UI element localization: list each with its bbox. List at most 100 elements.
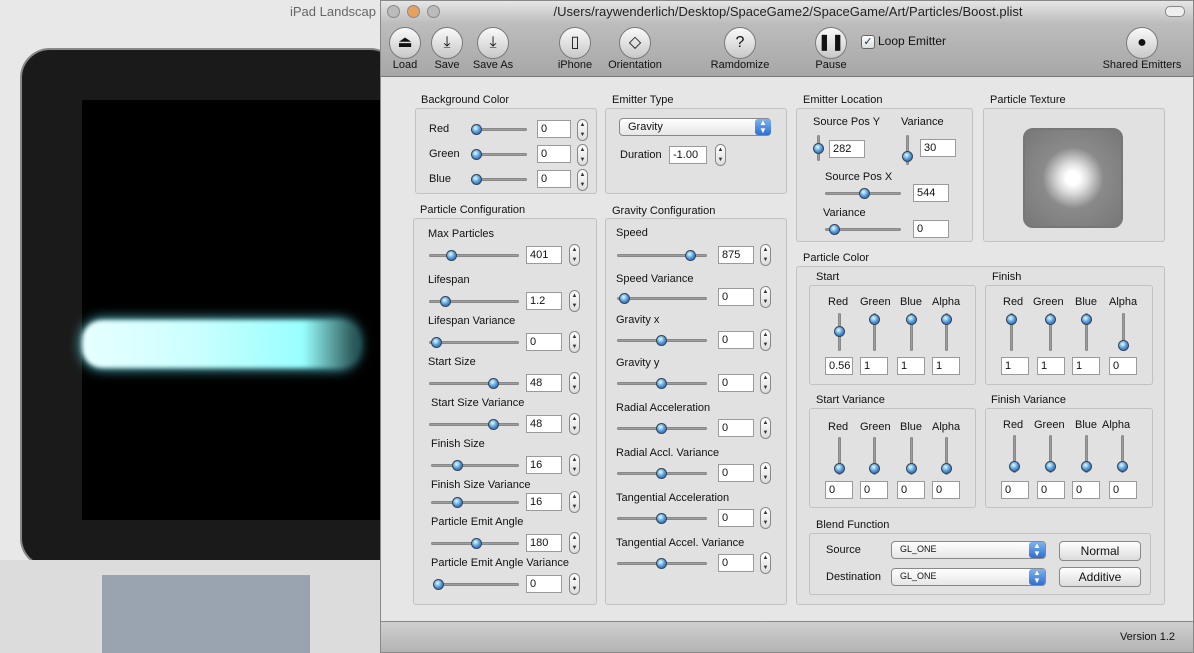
gravity-x-field[interactable]: 0 [718,331,754,349]
variance-y-field[interactable]: 30 [920,139,956,157]
start-red-field[interactable]: 0.56 [825,357,853,375]
finish-red-field[interactable]: 1 [1001,357,1029,375]
bg-green-field[interactable]: 0 [537,145,571,163]
start-var-red-knob[interactable] [834,463,845,474]
speed-knob[interactable] [685,250,696,261]
toolbar-toggle-button[interactable] [1165,6,1185,17]
randomize-icon[interactable]: ? [724,27,756,59]
lifespan-variance-field[interactable]: 0 [526,333,562,351]
load-icon[interactable]: ⏏ [389,27,421,59]
bg-red-slider-knob[interactable] [471,124,482,135]
max-particles-stepper[interactable]: ▲ ▼ [569,244,580,266]
tangential-accel-knob[interactable] [656,513,667,524]
finish-red-knob[interactable] [1006,314,1017,325]
max-particles-knob[interactable] [446,250,457,261]
pause-icon[interactable]: ❚❚ [815,27,847,59]
emit-angle-variance-slider[interactable] [433,583,519,586]
lifespan-field[interactable]: 1.2 [526,292,562,310]
variance-x-field[interactable]: 0 [913,220,949,238]
lifespan-knob[interactable] [440,296,451,307]
finish-green-knob[interactable] [1045,314,1056,325]
bg-green-slider-knob[interactable] [471,149,482,160]
duration-stepper[interactable]: ▲ ▼ [715,144,726,166]
gravity-y-stepper[interactable]: ▲ ▼ [760,372,771,394]
bg-green-stepper[interactable]: ▲ ▼ [577,144,588,166]
bg-blue-slider-knob[interactable] [471,174,482,185]
variance-y-knob[interactable] [902,151,913,162]
save-icon[interactable]: ⤓ [431,27,463,59]
start-var-red-field[interactable]: 0 [825,481,853,499]
tangential-accel-stepper[interactable]: ▲ ▼ [760,507,771,529]
source-pos-x-knob[interactable] [859,188,870,199]
start-green-knob[interactable] [869,314,880,325]
finish-size-knob[interactable] [452,460,463,471]
finish-blue-knob[interactable] [1081,314,1092,325]
bg-red-field[interactable]: 0 [537,120,571,138]
blend-additive-button[interactable]: Additive [1059,567,1141,587]
start-size-stepper[interactable]: ▲ ▼ [569,372,580,394]
finish-var-green-field[interactable]: 0 [1037,481,1065,499]
iphone-icon[interactable]: ▯ [559,27,591,59]
speed-variance-field[interactable]: 0 [718,288,754,306]
speed-field[interactable]: 875 [718,246,754,264]
start-size-knob[interactable] [488,378,499,389]
radial-accel-variance-knob[interactable] [656,468,667,479]
speed-stepper[interactable]: ▲ ▼ [760,244,771,266]
finish-size-field[interactable]: 16 [526,456,562,474]
finish-var-alpha-knob[interactable] [1117,461,1128,472]
radial-accel-variance-field[interactable]: 0 [718,464,754,482]
gravity-y-field[interactable]: 0 [718,374,754,392]
start-var-green-field[interactable]: 0 [860,481,888,499]
lifespan-variance-slider[interactable] [429,341,519,344]
lifespan-stepper[interactable]: ▲ ▼ [569,290,580,312]
start-size-variance-slider[interactable] [429,423,519,426]
start-var-blue-field[interactable]: 0 [897,481,925,499]
emit-angle-variance-knob[interactable] [433,579,444,590]
tangential-accel-variance-stepper[interactable]: ▲ ▼ [760,552,771,574]
blend-source-popup[interactable]: GL_ONE [891,541,1046,559]
start-var-alpha-knob[interactable] [941,463,952,474]
start-alpha-knob[interactable] [941,314,952,325]
emit-angle-knob[interactable] [471,538,482,549]
finish-var-alpha-field[interactable]: 0 [1109,481,1137,499]
speed-variance-stepper[interactable]: ▲ ▼ [760,286,771,308]
finish-var-blue-knob[interactable] [1081,461,1092,472]
finish-var-green-knob[interactable] [1045,461,1056,472]
bg-blue-stepper[interactable]: ▲ ▼ [577,169,588,191]
finish-alpha-knob[interactable] [1118,340,1129,351]
tangential-accel-variance-field[interactable]: 0 [718,554,754,572]
radial-accel-knob[interactable] [656,423,667,434]
start-size-slider[interactable] [429,382,519,385]
start-var-alpha-field[interactable]: 0 [932,481,960,499]
source-pos-x-field[interactable]: 544 [913,184,949,202]
tangential-accel-field[interactable]: 0 [718,509,754,527]
orientation-icon[interactable]: ◇ [619,27,651,59]
emit-angle-stepper[interactable]: ▲ ▼ [569,532,580,554]
variance-x-knob[interactable] [829,224,840,235]
start-var-green-knob[interactable] [869,463,880,474]
finish-alpha-field[interactable]: 0 [1109,357,1137,375]
duration-field[interactable]: -1.00 [669,146,707,164]
finish-size-variance-knob[interactable] [452,497,463,508]
start-size-variance-knob[interactable] [488,419,499,430]
gravity-y-knob[interactable] [656,378,667,389]
finish-size-slider[interactable] [431,464,519,467]
finish-size-variance-stepper[interactable]: ▲ ▼ [569,491,580,513]
tangential-accel-variance-knob[interactable] [656,558,667,569]
finish-green-field[interactable]: 1 [1037,357,1065,375]
finish-var-red-knob[interactable] [1009,461,1020,472]
particle-texture-well[interactable] [1023,128,1123,228]
save-as-icon[interactable]: ⤓ [477,27,509,59]
start-var-blue-knob[interactable] [906,463,917,474]
max-particles-slider[interactable] [429,254,519,257]
finish-var-blue-field[interactable]: 0 [1072,481,1100,499]
start-size-field[interactable]: 48 [526,374,562,392]
radial-accel-stepper[interactable]: ▲ ▼ [760,417,771,439]
emitter-type-popup[interactable]: Gravity [619,118,771,136]
max-particles-field[interactable]: 401 [526,246,562,264]
gravity-x-stepper[interactable]: ▲ ▼ [760,329,771,351]
lifespan-variance-stepper[interactable]: ▲ ▼ [569,331,580,353]
speed-variance-knob[interactable] [619,293,630,304]
emit-angle-variance-field[interactable]: 0 [526,575,562,593]
shared-emitters-icon[interactable]: ● [1126,27,1158,59]
